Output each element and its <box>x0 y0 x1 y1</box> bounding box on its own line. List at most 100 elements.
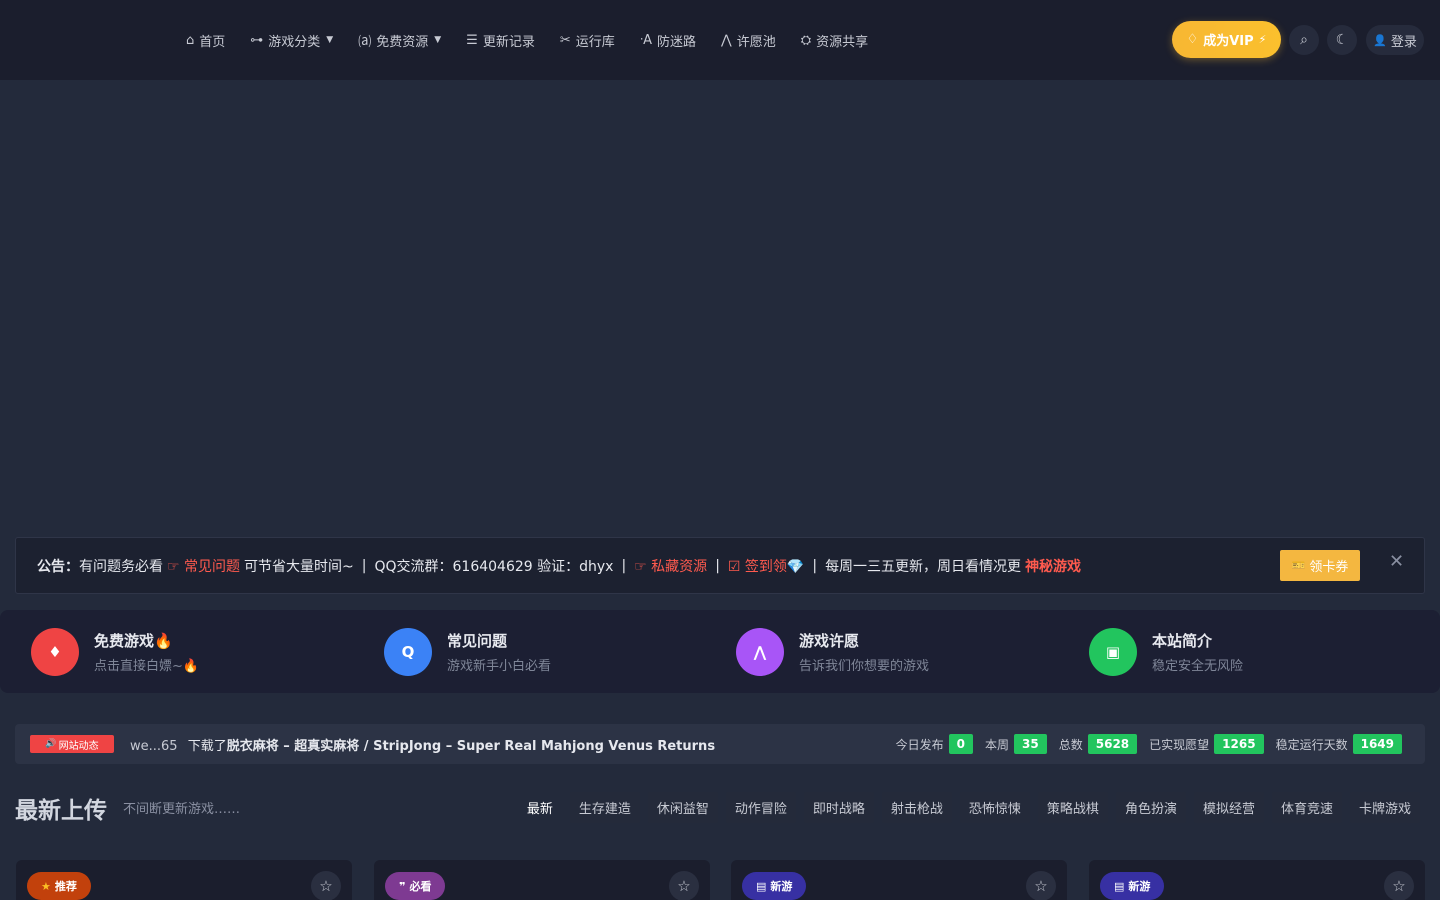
feature-site-intro[interactable]: ▣ 本站简介 稳定安全无风险 <box>1089 628 1243 676</box>
tag-label: 推荐 <box>54 880 77 893</box>
feature-strip: ♦ 免费游戏🔥 点击直接白嫖~🔥 Q 常见问题 游戏新手小白必看 ⋀ 游戏许愿 … <box>0 610 1440 693</box>
announcement-text: 有问题务必看 <box>79 558 163 575</box>
star-outline-icon: ☆ <box>677 877 691 895</box>
nav-resource-share[interactable]: ⛭ 资源共享 <box>801 31 868 50</box>
chevron-down-icon: ▼ <box>326 35 334 45</box>
category-tab[interactable]: 体育竞速 <box>1271 792 1342 823</box>
separator: | <box>715 557 720 574</box>
stat-week: 本周 35 <box>985 734 1047 754</box>
feature-subtitle: 稳定安全无风险 <box>1152 659 1244 674</box>
category-tab[interactable]: 休闲益智 <box>647 792 718 823</box>
stat-wishes: 已实现愿望 1265 <box>1149 734 1264 754</box>
vip-label: 成为VIP <box>1203 34 1254 49</box>
main-nav: ⌂ 首页 ⊶ 游戏分类 ▼ ⒜ 免费资源 ▼ ☰ 更新记录 ✂ 运行库 ᐧA 防… <box>186 0 868 80</box>
stat-total: 总数 5628 <box>1059 734 1138 754</box>
nav-free-resources[interactable]: ⒜ 免费资源 ▼ <box>358 31 441 50</box>
gamepad-icon: ⊶ <box>250 32 264 48</box>
top-header: ⌂ 首页 ⊶ 游戏分类 ▼ ⒜ 免费资源 ▼ ☰ 更新记录 ✂ 运行库 ᐧA 防… <box>0 0 1440 80</box>
feature-subtitle: 游戏新手小白必看 <box>447 659 552 674</box>
separator: | <box>621 557 627 574</box>
feature-title: 游戏许愿 <box>799 632 860 650</box>
login-button[interactable]: 👤 登录 <box>1366 25 1424 55</box>
category-tab[interactable]: 即时战略 <box>803 792 874 823</box>
nav-runtime[interactable]: ✂ 运行库 <box>560 31 615 50</box>
tools-icon: ✂ <box>559 32 571 48</box>
nav-label: 许愿池 <box>736 34 776 50</box>
nav-label: 更新记录 <box>482 34 535 50</box>
share-icon: ⛭ <box>800 32 812 48</box>
feature-title: 免费游戏🔥 <box>94 632 173 650</box>
activity-message[interactable]: we...65 下载了脱衣麻将 – 超真实麻将 / StripJong – Su… <box>130 735 715 754</box>
category-tab[interactable]: 模拟经营 <box>1193 792 1264 823</box>
category-tab[interactable]: 卡牌游戏 <box>1349 792 1420 823</box>
mystery-game-link[interactable]: 神秘游戏 <box>1025 556 1081 576</box>
category-tab[interactable]: 角色扮演 <box>1115 792 1186 823</box>
question-icon: Q <box>384 628 432 676</box>
nav-update-log[interactable]: ☰ 更新记录 <box>466 31 535 50</box>
activity-badge-label: 网站动态 <box>58 740 99 752</box>
separator: | <box>812 557 818 574</box>
nav-game-categories[interactable]: ⊶ 游戏分类 ▼ <box>250 31 333 50</box>
moon-icon: ☾ <box>1335 32 1349 48</box>
search-icon: ⌕ <box>1300 32 1308 48</box>
category-tab[interactable]: 策略战棋 <box>1037 792 1108 823</box>
fire-icon: ♦ <box>31 628 79 676</box>
favorite-button[interactable]: ☆ <box>1026 871 1056 900</box>
new-icon: ▤ <box>756 879 767 893</box>
feature-game-wish[interactable]: ⋀ 游戏许愿 告诉我们你想要的游戏 <box>736 628 929 676</box>
feature-free-games[interactable]: ♦ 免费游戏🔥 点击直接白嫖~🔥 <box>31 628 199 676</box>
stat-value: 0 <box>948 734 974 754</box>
nav-label: 游戏分类 <box>268 34 321 50</box>
nav-anti-lost[interactable]: ᐧA 防迷路 <box>640 31 696 50</box>
category-tab[interactable]: 动作冒险 <box>725 792 796 823</box>
home-icon: ⌂ <box>186 32 195 48</box>
tag-label: 新游 <box>770 880 793 893</box>
feature-title: 本站简介 <box>1152 632 1213 650</box>
site-stats: 今日发布 0 本周 35 总数 5628 已实现愿望 1265 稳定运行天数 1… <box>896 724 1402 764</box>
favorite-button[interactable]: ☆ <box>311 871 341 900</box>
search-button[interactable]: ⌕ <box>1289 25 1319 55</box>
announcement-text: 每周一三五更新，周日看情况更 <box>825 558 1022 575</box>
theme-toggle-button[interactable]: ☾ <box>1327 25 1357 55</box>
activity-action: 下载了 <box>187 738 227 754</box>
get-coupon-button[interactable]: 🎫 领卡券 <box>1280 550 1360 581</box>
category-filter: 最新 生存建造 休闲益智 动作冒险 即时战略 射击枪战 恐怖惊悚 策略战棋 角色… <box>518 792 1420 823</box>
feature-faq[interactable]: Q 常见问题 游戏新手小白必看 <box>384 628 551 676</box>
become-vip-button[interactable]: ♢ 成为VIP ⚡ <box>1172 21 1281 58</box>
game-card[interactable]: ▤ 新游 ☆ <box>731 860 1067 900</box>
section-subtitle: 不间断更新游戏…… <box>123 802 241 817</box>
close-icon[interactable]: ✕ <box>1389 551 1404 572</box>
category-tab[interactable]: 生存建造 <box>569 792 640 823</box>
category-tab[interactable]: 恐怖惊悚 <box>959 792 1030 823</box>
tag-badge: ▤ 新游 <box>742 872 807 900</box>
diamond-icon: ♢ <box>1186 32 1199 47</box>
game-card[interactable]: ❞ 必看 ☆ <box>374 860 710 900</box>
section-title: 最新上传 <box>15 798 107 824</box>
category-tab[interactable]: 最新 <box>518 792 562 823</box>
stat-value: 5628 <box>1087 734 1138 754</box>
game-card[interactable]: ★ 推荐 ☆ <box>16 860 352 900</box>
nav-home[interactable]: ⌂ 首页 <box>186 31 225 50</box>
nav-label: 运行库 <box>575 34 615 50</box>
stat-label: 已实现愿望 <box>1149 737 1210 752</box>
checkin-link[interactable]: ☑ 签到领💎 <box>728 556 804 576</box>
stat-value: 1265 <box>1214 734 1264 754</box>
site-activity-bar: 🔊 网站动态 we...65 下载了脱衣麻将 – 超真实麻将 / StripJo… <box>15 724 1425 764</box>
activity-game-title: 脱衣麻将 – 超真实麻将 / StripJong – Super Real Ma… <box>226 738 716 754</box>
category-tab[interactable]: 射击枪战 <box>881 792 952 823</box>
stat-value: 35 <box>1014 734 1047 754</box>
nav-wish-pool[interactable]: ⋀ 许愿池 <box>721 31 776 50</box>
star-icon: ★ <box>41 879 51 893</box>
stat-today: 今日发布 0 <box>896 734 974 754</box>
favorite-button[interactable]: ☆ <box>1384 871 1414 900</box>
game-card[interactable]: ▤ 新游 ☆ <box>1089 860 1425 900</box>
tag-label: 必看 <box>409 880 432 893</box>
tag-badge: ❞ 必看 <box>385 872 446 900</box>
private-resources-link[interactable]: ☞ 私藏资源 <box>634 556 707 576</box>
speaker-icon: 🔊 <box>45 739 57 749</box>
announcement-bar: 公告： 有问题务必看 ☞ 常见问题 可节省大量时间~ | QQ交流群：61640… <box>15 537 1425 594</box>
faq-link[interactable]: ☞ 常见问题 <box>167 556 240 576</box>
stat-label: 本周 <box>985 737 1010 752</box>
resource-icon: ⒜ <box>358 34 372 50</box>
favorite-button[interactable]: ☆ <box>669 871 699 900</box>
